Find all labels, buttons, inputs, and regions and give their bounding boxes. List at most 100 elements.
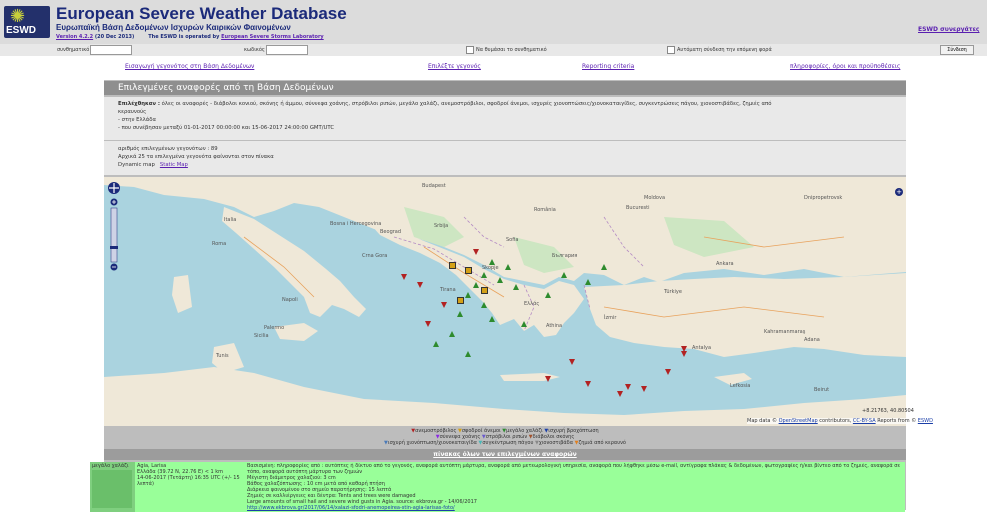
map-label: Ankara — [716, 261, 734, 267]
nav-select-event[interactable]: Επιλέξτε γεγονός — [428, 63, 481, 70]
zoom-slider-track[interactable] — [110, 207, 118, 263]
hail-report-marker[interactable] — [505, 264, 511, 270]
license-link[interactable]: CC-BY-SA — [853, 418, 876, 424]
map-label: България — [552, 253, 578, 259]
legend-row-3: ▼ ισχυρή χιονόπτωση/χιονοκαταιγίδα ▼ συγ… — [104, 440, 906, 446]
map-label: Italia — [224, 217, 237, 223]
hail-report-marker[interactable] — [433, 341, 439, 347]
hail-report-marker[interactable] — [497, 277, 503, 283]
hail-report-marker[interactable] — [489, 316, 495, 322]
hail-report-marker[interactable] — [513, 284, 519, 290]
hail-report-marker[interactable] — [489, 259, 495, 265]
rain-report-marker[interactable] — [417, 282, 423, 288]
static-map-link[interactable]: Static Map — [160, 162, 188, 168]
password-label: κωδικός — [244, 47, 265, 53]
selection-period: - που συνέβησαν μεταξύ 01-01-2017 00:00:… — [118, 125, 335, 131]
hail-report-marker[interactable] — [457, 311, 463, 317]
username-label: συνθηματικό — [57, 47, 90, 53]
rain-report-marker[interactable] — [641, 386, 647, 392]
legend-item: ζημιά από κεραυνό — [578, 440, 626, 446]
hail-report-marker[interactable] — [465, 292, 471, 298]
shown-count: Αρχικά 25 τα επιλεγμένα γεγονότα φαίνοντ… — [118, 154, 274, 160]
selection-text: όλες οι αναφορές - διάβολοι κονιού, σκόν… — [161, 101, 772, 107]
hail-report-marker[interactable] — [601, 264, 607, 270]
nav-info-terms[interactable]: πληροφορίες, όροι και προϋποθέσεις — [790, 63, 900, 70]
hail-report-marker[interactable] — [585, 279, 591, 285]
map-label: Srbija — [434, 223, 449, 229]
rain-report-marker[interactable] — [569, 359, 575, 365]
wind-report-marker[interactable] — [449, 262, 456, 269]
operator-link[interactable]: European Severe Storms Laboratory — [221, 34, 324, 40]
map-label: Crna Gora — [362, 253, 388, 259]
nav-reporting-criteria[interactable]: Reporting criteria — [582, 63, 634, 70]
attrib-prefix: Map data © — [747, 418, 777, 424]
report-time: 14-06-2017 (Τετάρτη) 16:35 UTC (+/- 15 λ… — [137, 475, 240, 487]
osm-link[interactable]: OpenStreetMap — [779, 418, 818, 424]
hail-report-marker[interactable] — [465, 351, 471, 357]
logo-text: ESWD — [6, 25, 36, 36]
remember-checkbox[interactable] — [466, 46, 474, 54]
nav-add-event[interactable]: Εισαγωγή γεγονότος στη Βάση Δεδομένων — [125, 63, 254, 70]
hail-report-marker[interactable] — [449, 331, 455, 337]
land-sardinia — [172, 275, 192, 313]
hail-report-marker[interactable] — [521, 321, 527, 327]
map-label: Sicilia — [254, 333, 269, 339]
selection-region: - στην Ελλάδα — [118, 117, 156, 123]
password-input[interactable] — [266, 45, 308, 55]
map-svg — [104, 177, 906, 426]
wind-report-marker[interactable] — [457, 297, 464, 304]
username-input[interactable] — [90, 45, 132, 55]
hail-report-marker[interactable] — [481, 272, 487, 278]
rain-report-marker[interactable] — [545, 376, 551, 382]
map-label: Bosna i Hercegovina — [330, 221, 382, 227]
rain-report-marker[interactable] — [585, 381, 591, 387]
map-label: Tunis — [216, 353, 229, 359]
event-count: αριθμός επιλεγμένων γεγονότων : 89 — [118, 146, 218, 152]
map-label: România — [534, 207, 556, 213]
login-button[interactable]: Σύνδεση — [940, 45, 974, 55]
hail-report-marker[interactable] — [545, 292, 551, 298]
rain-report-marker[interactable] — [617, 391, 623, 397]
eswd-logo[interactable]: ✺ ESWD — [4, 6, 50, 38]
rain-report-marker[interactable] — [473, 249, 479, 255]
wind-report-marker[interactable] — [465, 267, 472, 274]
eswd-attrib-link[interactable]: ESWD — [918, 418, 933, 424]
map-zoom-control[interactable] — [108, 180, 120, 272]
map-label: Dnipropetrovsk — [804, 195, 843, 201]
map-label: Sofia — [506, 237, 519, 243]
legend-item: συγκέντρωση πάγου — [482, 440, 535, 446]
all-reports-table-link[interactable]: πίνακας όλων των επιλεγμένων αναφορών — [104, 451, 906, 458]
main-nav: Εισαγωγή γεγονότος στη Βάση Δεδομένων Επ… — [0, 58, 987, 80]
rain-report-marker[interactable] — [665, 369, 671, 375]
rain-report-marker[interactable] — [441, 302, 447, 308]
rain-report-marker[interactable] — [681, 346, 687, 352]
report-source-link[interactable]: http://www.ekbrova.gr/2017/06/14/xalazi-… — [247, 505, 455, 511]
mouse-coordinates: +8.21763, 40.80504 — [862, 408, 914, 414]
zoom-slider-handle[interactable] — [110, 246, 118, 249]
rain-report-marker[interactable] — [625, 384, 631, 390]
attrib-contrib: contributors, — [819, 418, 852, 424]
report-thumbnail[interactable] — [92, 470, 132, 508]
table-header: πίνακας όλων των επιλεγμένων αναφορών — [104, 449, 906, 460]
map-label: Adana — [804, 337, 820, 343]
map-label: Lefkosia — [730, 383, 751, 389]
hail-report-marker[interactable] — [561, 272, 567, 278]
rain-report-marker[interactable] — [401, 274, 407, 280]
eswd-partners-link[interactable]: ESWD συνεργάτες — [918, 26, 980, 33]
rain-report-marker[interactable] — [425, 321, 431, 327]
auto-login-checkbox[interactable] — [667, 46, 675, 54]
dynamic-map[interactable]: Budapest Bucuresti Beograd Sofia Skopje Tiran… — [104, 177, 906, 426]
site-subtitle: Ευρωπαϊκή Βάση Δεδομένων Ισχυρών Καιρικώ… — [56, 23, 291, 32]
wind-report-marker[interactable] — [481, 287, 488, 294]
version-link[interactable]: Version 4.2.2 — [56, 34, 93, 40]
report-type-cell: μεγάλο χαλάζι — [90, 462, 135, 512]
panel-title: Επιλεγμένες αναφορές από τη Βάση Δεδομέν… — [118, 83, 334, 93]
layer-switcher-icon[interactable]: + — [895, 188, 903, 196]
map-label: Türkiye — [664, 289, 682, 295]
remember-label: Να θυμάσαι το συνθηματικό — [476, 47, 547, 53]
hail-report-marker[interactable] — [481, 302, 487, 308]
legend-item: ισχυρή χιονόπτωση/χιονοκαταιγίδα — [387, 440, 479, 446]
map-label: Beirut — [814, 387, 830, 393]
land-crete — [500, 373, 560, 381]
hail-report-marker[interactable] — [473, 282, 479, 288]
